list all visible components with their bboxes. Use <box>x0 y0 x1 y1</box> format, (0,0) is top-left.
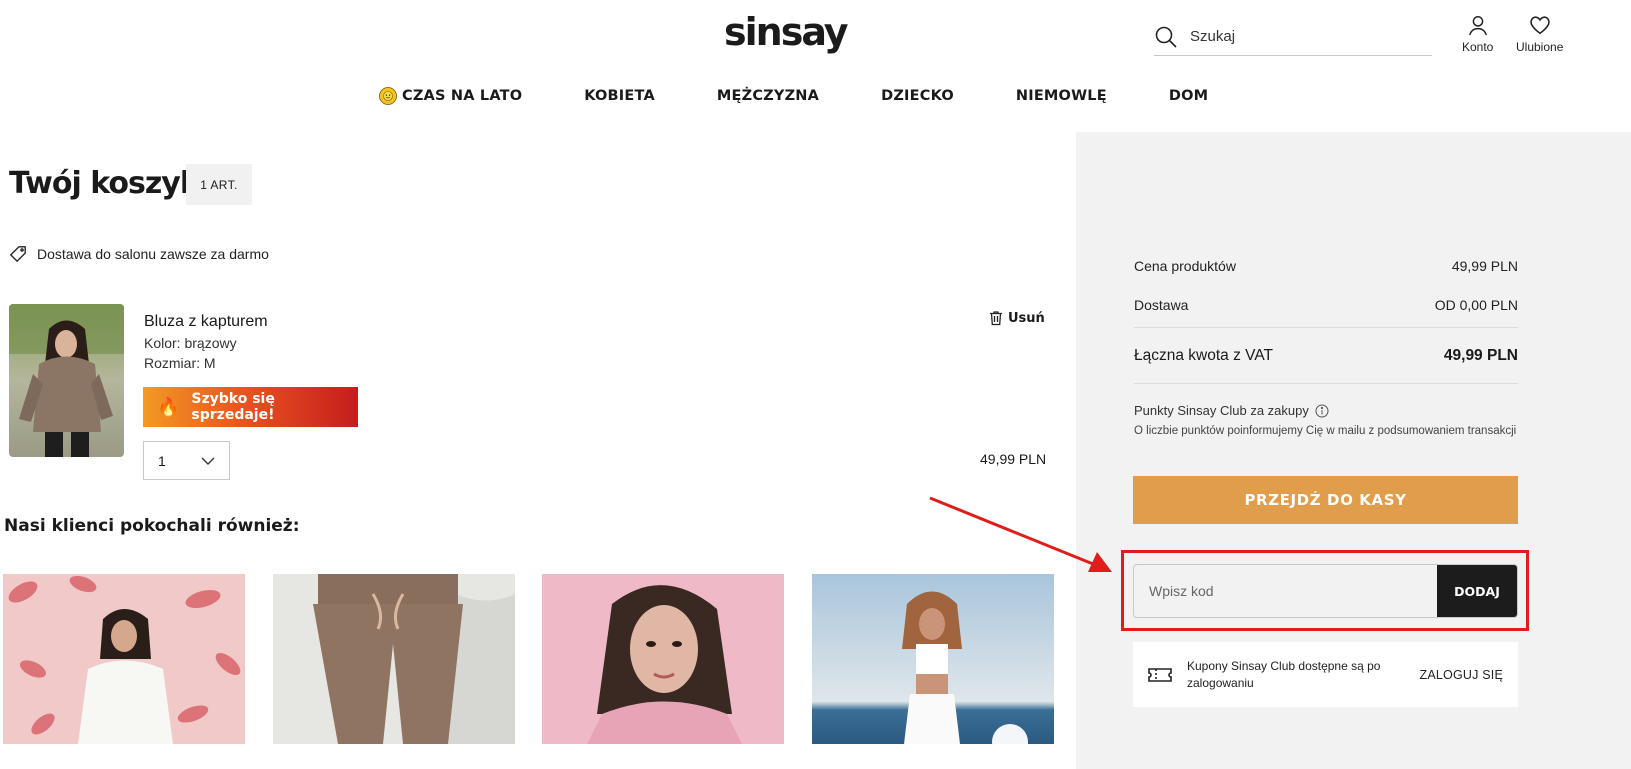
sun-icon <box>379 87 397 105</box>
recommendation-card[interactable] <box>812 574 1054 744</box>
selling-fast-badge: 🔥 Szybko się sprzedaje! <box>143 387 358 427</box>
nav-label-kids: DZIECKO <box>881 88 954 104</box>
page-title: Twój koszyk <box>9 166 200 201</box>
divider <box>1134 383 1518 384</box>
summary-products-row: Cena produktów 49,99 PLN <box>1134 258 1518 274</box>
sinsay-logo[interactable]: sinsay <box>724 10 849 54</box>
nav-label-summer: CZAS NA LATO <box>402 88 523 104</box>
info-icon[interactable] <box>1315 404 1329 418</box>
quantity-select[interactable]: 1 <box>143 441 230 480</box>
search-bar[interactable] <box>1154 18 1432 56</box>
chevron-down-icon <box>201 457 215 465</box>
main-nav: CZAS NA LATO KOBIETA MĘŻCZYZNA DZIECKO N… <box>378 86 1208 106</box>
product-name[interactable]: Bluza z kapturem <box>144 313 268 331</box>
recommendation-card[interactable] <box>273 574 515 744</box>
add-code-button[interactable]: DODAJ <box>1437 565 1517 617</box>
remove-label: Usuń <box>1008 310 1045 326</box>
coupon-text: Kupony Sinsay Club dostępne są po zalogo… <box>1187 658 1381 690</box>
nav-item-men[interactable]: MĘŻCZYZNA <box>717 88 819 104</box>
summary-delivery-row: Dostawa OD 0,00 PLN <box>1134 297 1518 313</box>
summary-total-value: 49,99 PLN <box>1443 347 1518 364</box>
search-input[interactable] <box>1190 28 1410 45</box>
nav-item-home[interactable]: DOM <box>1169 88 1208 104</box>
recommendations-title: Nasi klienci pokochali również: <box>4 516 300 536</box>
summary-delivery-label: Dostawa <box>1134 297 1189 313</box>
nav-item-kids[interactable]: DZIECKO <box>881 88 954 104</box>
remove-button[interactable]: Usuń <box>988 310 1045 326</box>
summary-products-label: Cena produktów <box>1134 258 1236 274</box>
summary-delivery-value: OD 0,00 PLN <box>1434 297 1518 313</box>
points-title-text: Punkty Sinsay Club za zakupy <box>1134 403 1309 418</box>
coupon-login-box: Kupony Sinsay Club dostępne są po zalogo… <box>1133 642 1518 707</box>
nav-label-home: DOM <box>1168 88 1209 104</box>
points-note: O liczbie punktów poinformujemy Cię w ma… <box>1134 425 1517 437</box>
product-size: Rozmiar: M <box>144 355 216 371</box>
ticket-icon <box>1148 667 1172 682</box>
recommendation-card[interactable] <box>542 574 784 744</box>
nav-item-summer[interactable]: CZAS NA LATO <box>378 86 522 106</box>
summary-total-label: Łączna kwota z VAT <box>1134 347 1273 364</box>
cart-count-badge: 1 ART. <box>186 164 252 205</box>
selling-fast-label: Szybko się sprzedaje! <box>191 391 275 423</box>
delivery-note: Dostawa do salonu zawsze za darmo <box>9 245 269 263</box>
product-color: Kolor: brązowy <box>144 335 237 351</box>
divider <box>1134 327 1518 328</box>
product-image[interactable] <box>9 304 124 457</box>
promo-code-field: DODAJ <box>1133 564 1518 618</box>
promo-code-input[interactable] <box>1134 565 1437 617</box>
trash-icon <box>990 311 1002 326</box>
recommendation-card[interactable] <box>3 574 245 744</box>
nav-item-baby[interactable]: NIEMOWLĘ <box>1016 88 1107 104</box>
user-icon <box>1468 16 1487 36</box>
favorites-button[interactable]: Ulubione <box>1516 14 1563 54</box>
quantity-value: 1 <box>158 452 166 469</box>
nav-label-baby: NIEMOWLĘ <box>1015 88 1107 104</box>
delivery-note-text: Dostawa do salonu zawsze za darmo <box>37 246 269 262</box>
nav-label-men: MĘŻCZYZNA <box>716 88 820 104</box>
flame-icon: 🔥 <box>157 396 180 418</box>
login-link[interactable]: ZALOGUJ SIĘ <box>1420 668 1503 682</box>
account-label: Konto <box>1462 40 1494 54</box>
search-icon <box>1155 26 1177 48</box>
nav-item-women[interactable]: KOBIETA <box>584 88 655 104</box>
summary-total-row: Łączna kwota z VAT 49,99 PLN <box>1134 347 1518 365</box>
heart-icon <box>1529 16 1550 35</box>
account-button[interactable]: Konto <box>1462 14 1493 54</box>
favorites-label: Ulubione <box>1516 40 1564 54</box>
tag-icon <box>9 246 26 263</box>
product-price: 49,99 PLN <box>980 451 1047 467</box>
points-title: Punkty Sinsay Club za zakupy <box>1134 403 1329 418</box>
checkout-button[interactable]: PRZEJDŹ DO KASY <box>1133 476 1518 524</box>
summary-products-value: 49,99 PLN <box>1451 258 1518 274</box>
nav-label-women: KOBIETA <box>584 88 655 104</box>
